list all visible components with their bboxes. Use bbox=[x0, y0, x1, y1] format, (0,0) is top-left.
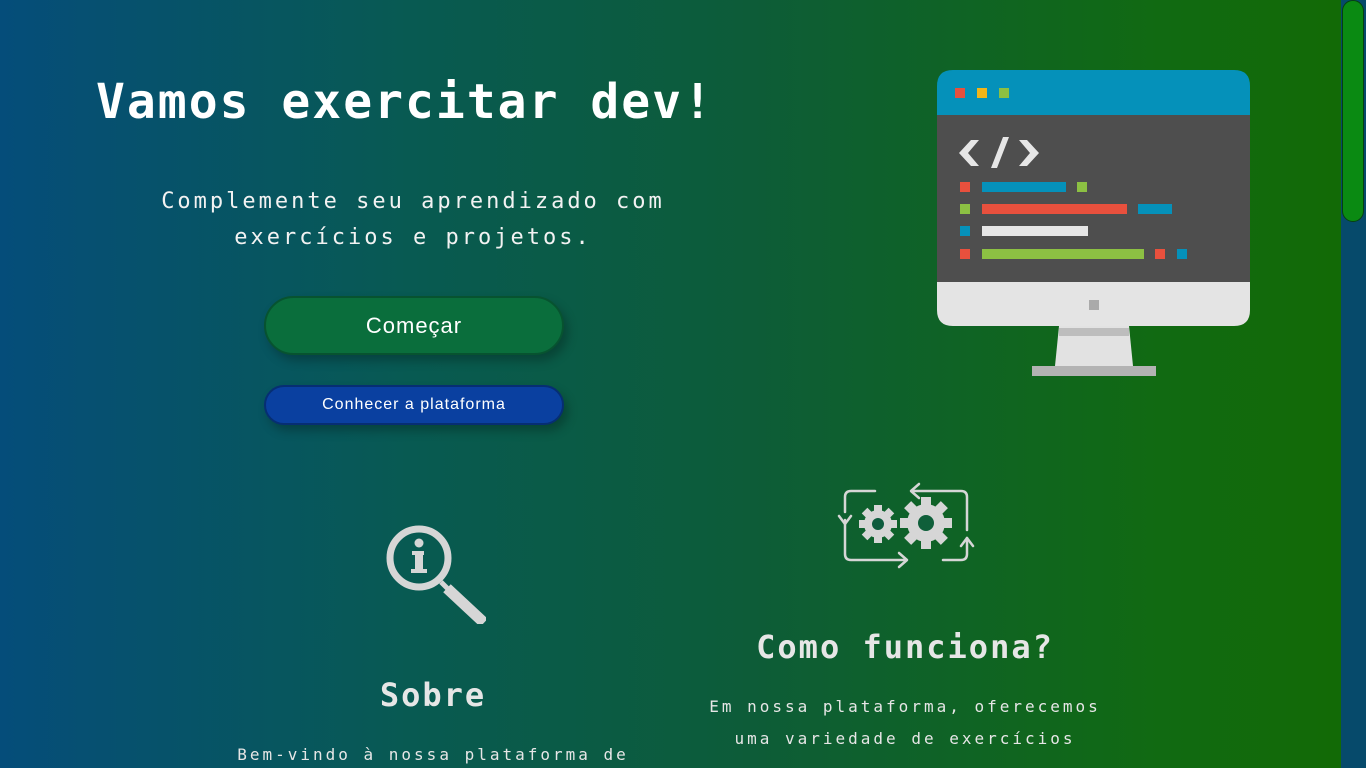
gears-cycle-icon bbox=[837, 482, 975, 569]
about-text: Bem-vindo à nossa plataforma de bbox=[237, 745, 629, 764]
platform-button[interactable]: Conhecer a plataforma bbox=[264, 385, 564, 425]
scrollbar-thumb[interactable] bbox=[1342, 0, 1364, 222]
page-scrollbar[interactable] bbox=[1341, 0, 1366, 768]
hero-subtitle: Complemente seu aprendizado com exercíci… bbox=[161, 189, 665, 250]
how-text: Em nossa plataforma, oferecemos uma vari… bbox=[709, 697, 1101, 748]
how-title: Como funciona? bbox=[756, 628, 1054, 666]
info-magnifier-icon bbox=[386, 525, 486, 624]
power-button-icon bbox=[1089, 300, 1099, 310]
computer-code-icon bbox=[937, 70, 1250, 376]
monitor-base bbox=[1032, 366, 1156, 376]
window-min-dot bbox=[977, 88, 987, 98]
window-max-dot bbox=[999, 88, 1009, 98]
window-close-dot bbox=[955, 88, 965, 98]
start-button[interactable]: Começar bbox=[264, 296, 564, 355]
about-title: Sobre bbox=[379, 676, 487, 714]
monitor-stand-shadow bbox=[1059, 328, 1129, 336]
hero-title: Vamos exercitar dev! bbox=[96, 74, 714, 130]
landing-page: Vamos exercitar dev! Complemente seu apr… bbox=[0, 0, 1341, 768]
